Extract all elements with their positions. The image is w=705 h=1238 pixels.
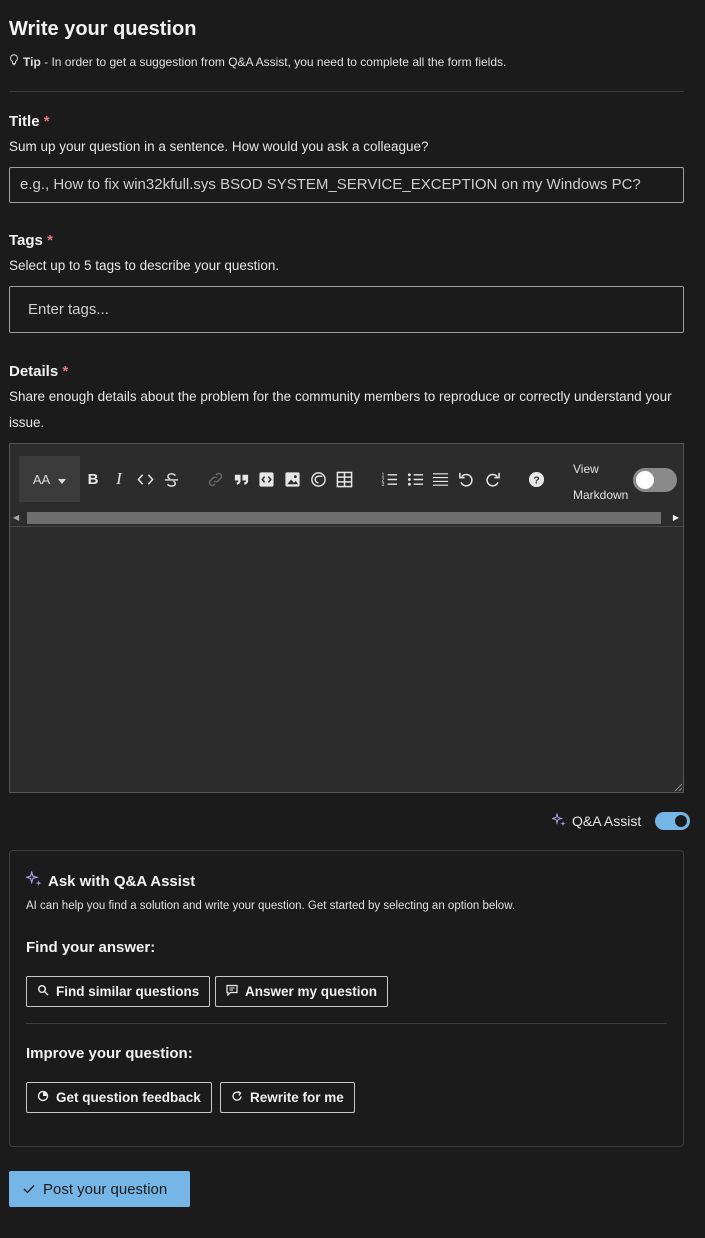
required-mark: *	[43, 113, 50, 130]
post-question-button[interactable]: Post your question	[9, 1171, 190, 1207]
get-question-feedback-button[interactable]: Get question feedback	[26, 1082, 212, 1113]
code-icon[interactable]	[135, 469, 155, 489]
assist-description: AI can help you find a solution and writ…	[26, 900, 516, 912]
title-placeholder: e.g., How to fix win32kfull.sys BSOD SYS…	[20, 176, 641, 193]
view-markdown-label: View Markdown	[573, 462, 629, 502]
required-mark: *	[47, 232, 53, 249]
scroll-left-icon[interactable]: ◀	[13, 513, 19, 522]
search-icon	[37, 984, 49, 999]
checkmark-icon	[23, 1181, 35, 1198]
editor-content-area[interactable]	[10, 526, 683, 792]
undo-icon[interactable]	[456, 469, 476, 489]
resize-grip-icon[interactable]	[674, 783, 682, 791]
link-icon[interactable]	[205, 469, 225, 489]
refresh-icon	[231, 1090, 243, 1105]
answer-my-question-button[interactable]: Answer my question	[215, 976, 389, 1007]
qa-assist-toggle[interactable]	[655, 812, 691, 830]
title-help: Sum up your question in a sentence. How …	[9, 139, 429, 154]
assist-title: Ask with Q&A Assist	[24, 870, 195, 891]
qa-assist-label: Q&A Assist	[572, 813, 642, 829]
view-markdown-toggle[interactable]	[633, 468, 677, 492]
title-label: Title *	[9, 113, 50, 130]
header-divider	[9, 91, 684, 92]
details-help: Share enough details about the problem f…	[9, 389, 672, 430]
bold-icon[interactable]: B	[83, 469, 103, 489]
tip-text: - In order to get a suggestion from Q&A …	[40, 54, 507, 69]
find-similar-questions-button[interactable]: Find similar questions	[26, 976, 211, 1007]
italic-icon[interactable]: I	[109, 469, 129, 489]
tags-label: Tags *	[9, 232, 53, 249]
help-icon[interactable]: ?	[526, 469, 546, 489]
quote-icon[interactable]	[231, 469, 251, 489]
markdown-editor: AA B I 123 ? View Markdown ◀ ▶	[9, 443, 684, 793]
tip: Tip - In order to get a suggestion from …	[9, 54, 506, 69]
feedback-icon	[37, 1090, 49, 1105]
tip-label: Tip	[23, 54, 41, 69]
toggle-knob	[675, 815, 688, 827]
chat-icon	[226, 984, 238, 999]
scroll-right-icon[interactable]: ▶	[673, 513, 679, 522]
code-block-icon[interactable]	[256, 469, 276, 489]
toggle-knob	[636, 471, 654, 489]
details-label: Details *	[9, 363, 69, 380]
editor-toolbar: AA B I 123 ? View Markdown	[10, 444, 683, 510]
required-mark: *	[62, 363, 69, 380]
strikethrough-icon[interactable]	[161, 469, 181, 489]
lightbulb-icon	[9, 54, 19, 69]
sparkle-icon	[550, 811, 566, 830]
improve-question-heading: Improve your question:	[26, 1045, 193, 1062]
scrollbar-thumb[interactable]	[27, 512, 661, 524]
font-size-dropdown[interactable]: AA	[19, 456, 80, 502]
numbered-list-icon[interactable]: 123	[379, 469, 399, 489]
svg-text:?: ?	[533, 475, 539, 486]
horizontal-scrollbar[interactable]: ◀ ▶	[10, 510, 683, 526]
bulleted-list-icon[interactable]	[405, 469, 425, 489]
attachment-icon[interactable]	[308, 469, 328, 489]
page-title: Write your question	[9, 18, 197, 40]
image-icon[interactable]	[282, 469, 302, 489]
find-answer-heading: Find your answer:	[26, 939, 156, 956]
qa-assist-card: Ask with Q&A Assist AI can help you find…	[9, 850, 684, 1147]
table-icon[interactable]	[334, 469, 354, 489]
title-input[interactable]: e.g., How to fix win32kfull.sys BSOD SYS…	[9, 167, 684, 203]
tags-help: Select up to 5 tags to describe your que…	[9, 258, 280, 273]
redo-icon[interactable]	[482, 469, 502, 489]
rewrite-for-me-button[interactable]: Rewrite for me	[220, 1082, 355, 1113]
card-divider	[26, 1023, 667, 1024]
qa-assist-toggle-row: Q&A Assist	[550, 811, 691, 830]
tags-placeholder: Enter tags...	[28, 301, 109, 318]
svg-text:3: 3	[381, 482, 384, 488]
chevron-down-icon	[58, 472, 67, 487]
sparkle-icon	[24, 870, 42, 891]
horizontal-rule-icon[interactable]	[430, 469, 450, 489]
font-size-icon: AA	[32, 471, 51, 487]
tags-input[interactable]: Enter tags...	[9, 286, 684, 333]
